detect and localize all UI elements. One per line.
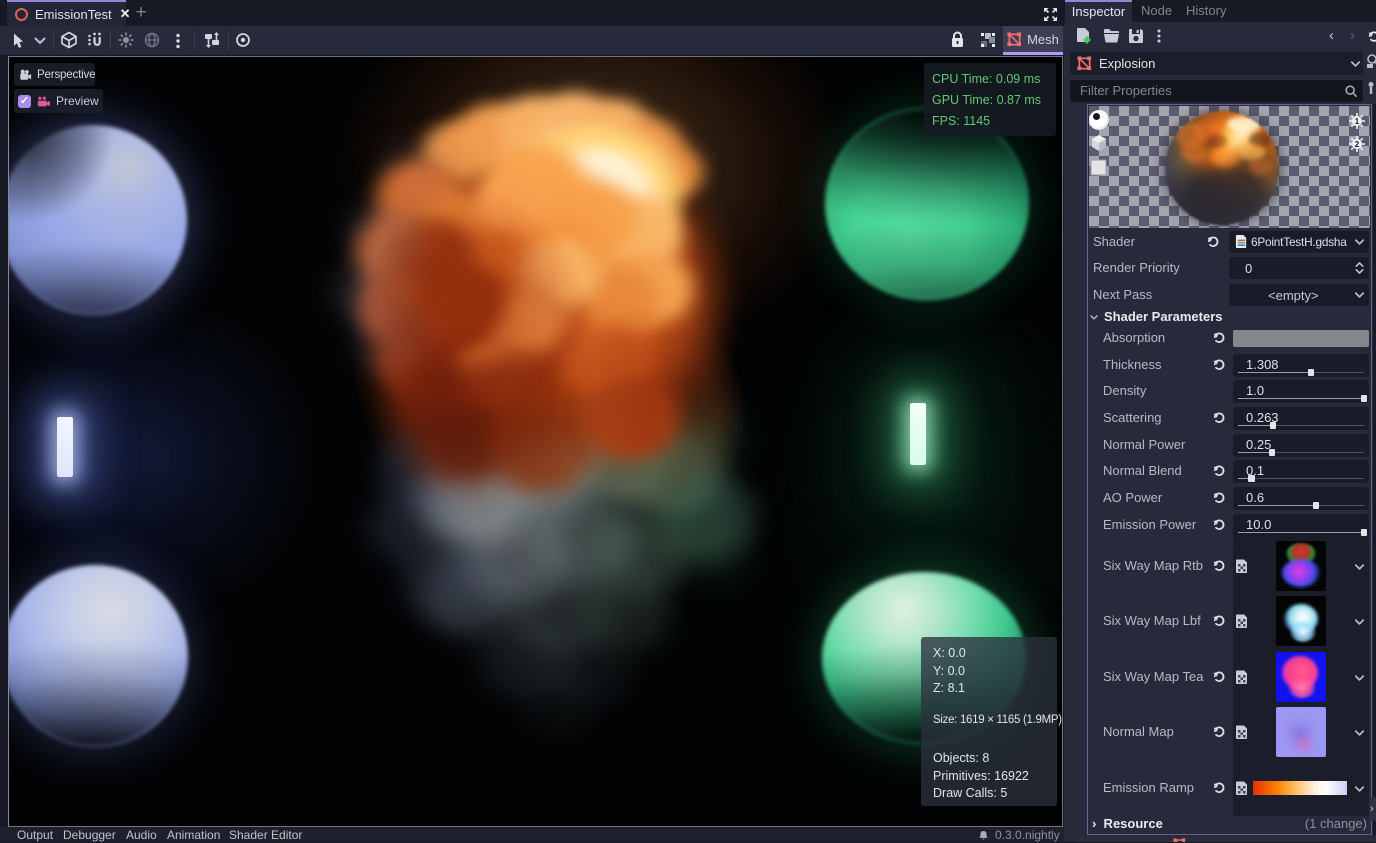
svg-text:2: 2 (1355, 140, 1360, 149)
svg-text:1: 1 (1355, 117, 1360, 126)
